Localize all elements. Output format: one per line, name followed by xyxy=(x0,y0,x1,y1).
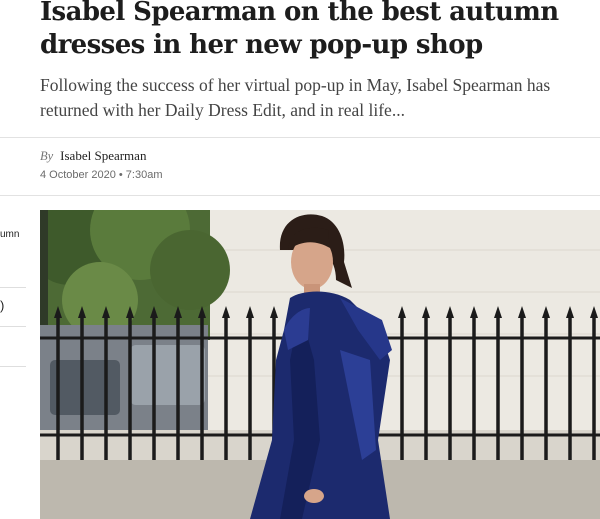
article-standfirst: Following the success of her virtual pop… xyxy=(40,75,551,120)
sidebar-divider xyxy=(0,287,26,288)
publish-date: 4 October 2020 • 7:30am xyxy=(40,169,163,181)
divider xyxy=(0,195,600,196)
article-headline: Isabel Spearman on the best autumn dress… xyxy=(40,0,559,60)
article-hero-photo[interactable] xyxy=(40,210,600,519)
byline: By Isabel Spearman xyxy=(40,148,146,164)
sidebar-link-fragment[interactable]: ) xyxy=(0,298,4,313)
sidebar-divider xyxy=(0,326,26,327)
sidebar-link-fragment[interactable]: umn xyxy=(0,229,19,240)
byline-prefix: By xyxy=(40,149,54,163)
divider xyxy=(0,137,600,138)
author-link[interactable]: Isabel Spearman xyxy=(60,148,146,163)
sidebar-divider xyxy=(0,366,26,367)
